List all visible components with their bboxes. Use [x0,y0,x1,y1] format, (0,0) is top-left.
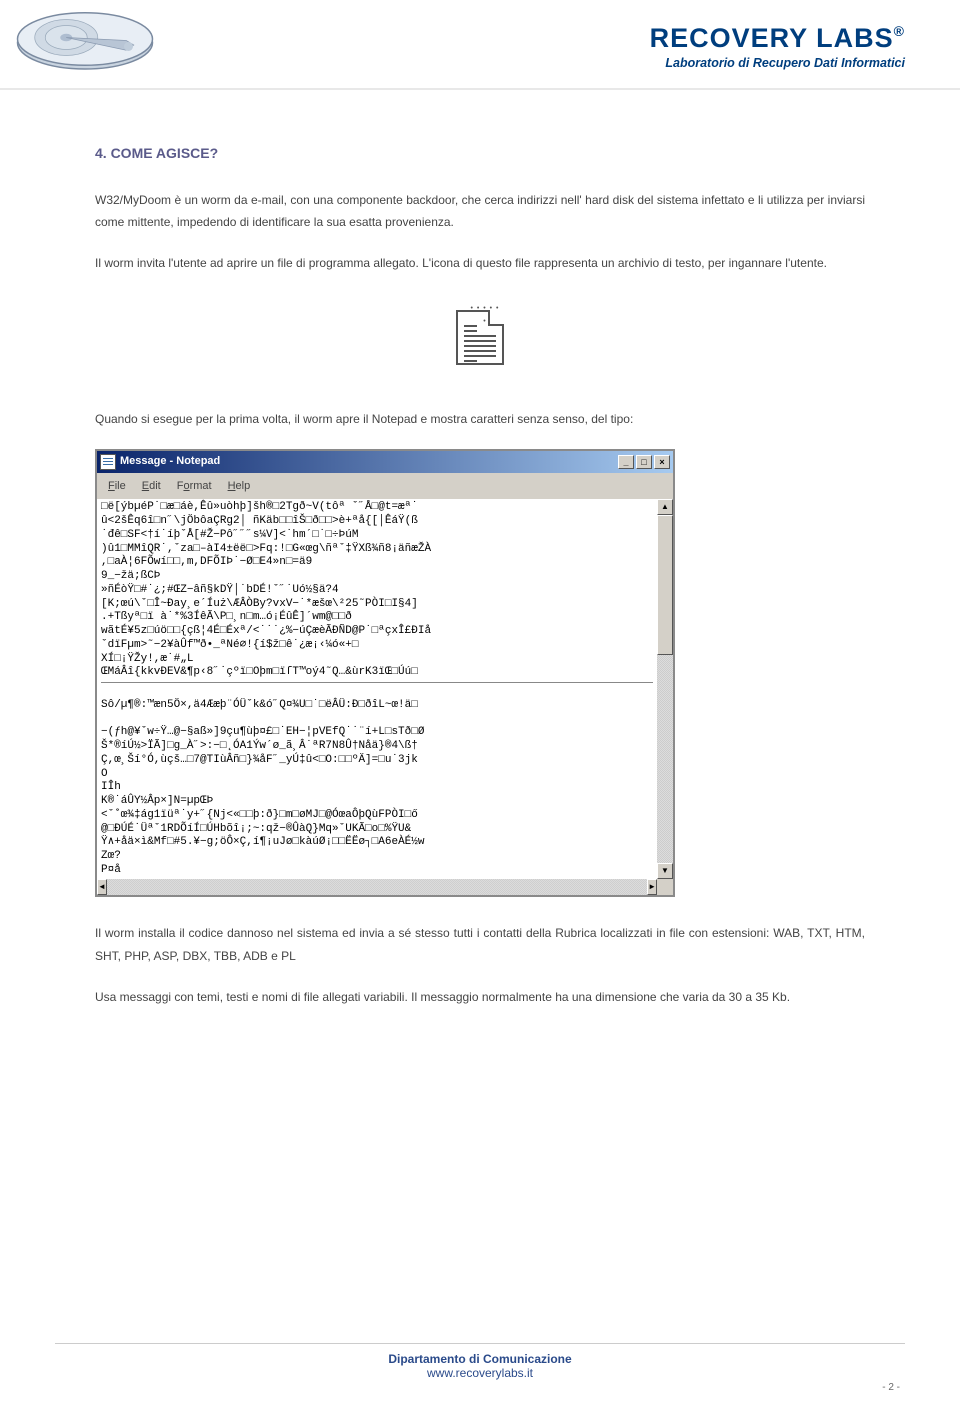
brand-block: RECOVERY LABS® Laboratorio di Recupero D… [650,23,905,70]
scroll-up-icon[interactable]: ▲ [657,499,673,515]
maximize-button[interactable]: □ [636,455,652,469]
document-content: 4. COME AGISCE? W32/MyDoom è un worm da … [0,90,960,1009]
menu-format[interactable]: Format [170,475,219,498]
page-number: - 2 - [882,1382,900,1393]
paragraph: Usa messaggi con temi, testi e nomi di f… [95,986,865,1009]
menu-help[interactable]: Help [221,475,258,498]
page-footer: Dipartamento di Comunicazione www.recove… [55,1343,905,1380]
titlebar: Message - Notepad _ □ × [97,451,673,473]
minimize-button[interactable]: _ [618,455,634,469]
paragraph: W32/MyDoom è un worm da e-mail, con una … [95,189,865,235]
paragraph: Quando si esegue per la prima volta, il … [95,408,865,431]
horizontal-scrollbar[interactable]: ◄ ► [97,879,673,895]
brand-tagline: Laboratorio di Recupero Dati Informatici [650,56,905,70]
hard-drive-icon [10,9,160,84]
scrollbar-thumb[interactable] [657,515,673,655]
menubar: File Edit Format Help [97,473,673,500]
resize-grip-icon[interactable] [657,879,673,895]
notepad-app-icon [100,454,116,470]
footer-dept: Dipartamento di Comunicazione [55,1352,905,1366]
notepad-window: Message - Notepad _ □ × File Edit Format… [95,449,675,898]
page-header: RECOVERY LABS® Laboratorio di Recupero D… [0,0,960,90]
footer-url: www.recoverylabs.it [55,1366,905,1380]
window-title: Message - Notepad [120,451,618,472]
section-title: 4. COME AGISCE? [95,140,865,167]
notepad-textarea[interactable]: □ë[ýbµéP˙□æ□áè,Êû»uòhþ]šh®□2Tgð~V(tôª ˇ˝… [97,499,657,879]
menu-file[interactable]: File [101,475,133,498]
close-button[interactable]: × [654,455,670,469]
paragraph: Il worm invita l'utente ad aprire un fil… [95,252,865,275]
file-icon-figure: • • • • • • [95,310,865,373]
menu-edit[interactable]: Edit [135,475,168,498]
scroll-left-icon[interactable]: ◄ [97,879,107,895]
scroll-right-icon[interactable]: ► [647,879,657,895]
paragraph: Il worm installa il codice dannoso nel s… [95,922,865,968]
brand-name: RECOVERY LABS® [650,23,905,54]
text-file-icon: • • • • • • [456,310,504,365]
scroll-down-icon[interactable]: ▼ [657,863,673,879]
vertical-scrollbar[interactable]: ▲ ▼ [657,499,673,879]
